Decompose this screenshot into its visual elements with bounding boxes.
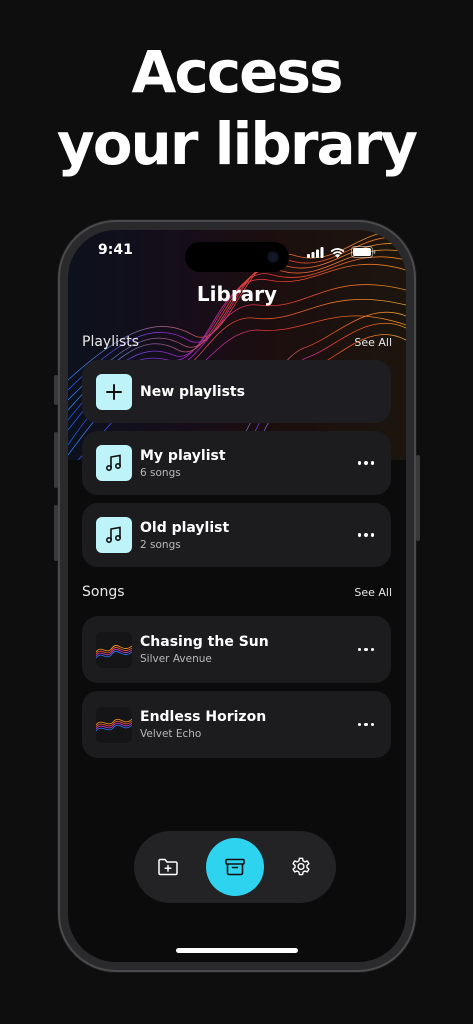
songs-see-all-link[interactable]: See All xyxy=(354,586,392,599)
tab-settings[interactable] xyxy=(289,855,313,879)
page-title: Library xyxy=(196,282,278,306)
playlist-name: My playlist xyxy=(140,447,226,464)
folder-plus-icon xyxy=(158,858,178,876)
tab-library[interactable] xyxy=(206,838,264,896)
signal-icon xyxy=(307,246,324,258)
phone-screen: 9:41 Library Playlists See All New playl… xyxy=(68,230,406,962)
more-options-icon[interactable] xyxy=(355,455,377,471)
song-item[interactable]: Endless Horizon Velvet Echo xyxy=(82,691,391,758)
headline-line-1: Access xyxy=(131,38,343,106)
status-icons xyxy=(307,246,376,258)
phone-side-button xyxy=(54,432,58,488)
plus-icon xyxy=(96,373,132,410)
more-options-icon[interactable] xyxy=(355,717,377,733)
album-art xyxy=(96,706,132,743)
playlist-item[interactable]: My playlist 6 songs xyxy=(82,431,391,495)
more-options-icon[interactable] xyxy=(355,527,377,543)
wifi-icon xyxy=(330,247,345,258)
tab-bar xyxy=(134,831,336,903)
song-artist: Silver Avenue xyxy=(140,653,212,665)
new-playlist-button[interactable]: New playlists xyxy=(82,360,391,423)
music-note-icon xyxy=(96,517,132,553)
song-item[interactable]: Chasing the Sun Silver Avenue xyxy=(82,616,391,683)
song-artist: Velvet Echo xyxy=(140,728,202,740)
playlists-title: Playlists xyxy=(82,334,140,350)
status-time: 9:41 xyxy=(98,242,133,258)
playlist-count: 6 songs xyxy=(140,466,181,479)
playlists-header: Playlists See All xyxy=(82,334,392,350)
playlists-see-all-link[interactable]: See All xyxy=(354,336,392,349)
camera-icon xyxy=(267,251,279,263)
songs-header: Songs See All xyxy=(82,584,392,600)
songs-title: Songs xyxy=(82,584,125,600)
phone-side-button xyxy=(416,455,420,541)
playlist-name: Old playlist xyxy=(140,519,230,536)
song-title: Chasing the Sun xyxy=(140,634,269,650)
song-title: Endless Horizon xyxy=(140,709,267,725)
home-indicator[interactable] xyxy=(176,948,298,953)
dynamic-island xyxy=(185,242,289,272)
tab-folder-add[interactable] xyxy=(156,855,180,879)
phone-side-button xyxy=(54,375,58,405)
gear-icon xyxy=(292,857,310,876)
playlist-count: 2 songs xyxy=(140,538,181,551)
headline-line-2: your library xyxy=(56,110,418,178)
battery-icon xyxy=(351,246,376,258)
music-note-icon xyxy=(96,445,132,481)
phone-side-button xyxy=(54,505,58,561)
more-options-icon[interactable] xyxy=(355,642,377,658)
album-art xyxy=(96,631,132,668)
archive-icon xyxy=(225,858,245,876)
playlist-item[interactable]: Old playlist 2 songs xyxy=(82,503,391,567)
new-playlist-label: New playlists xyxy=(140,383,245,400)
